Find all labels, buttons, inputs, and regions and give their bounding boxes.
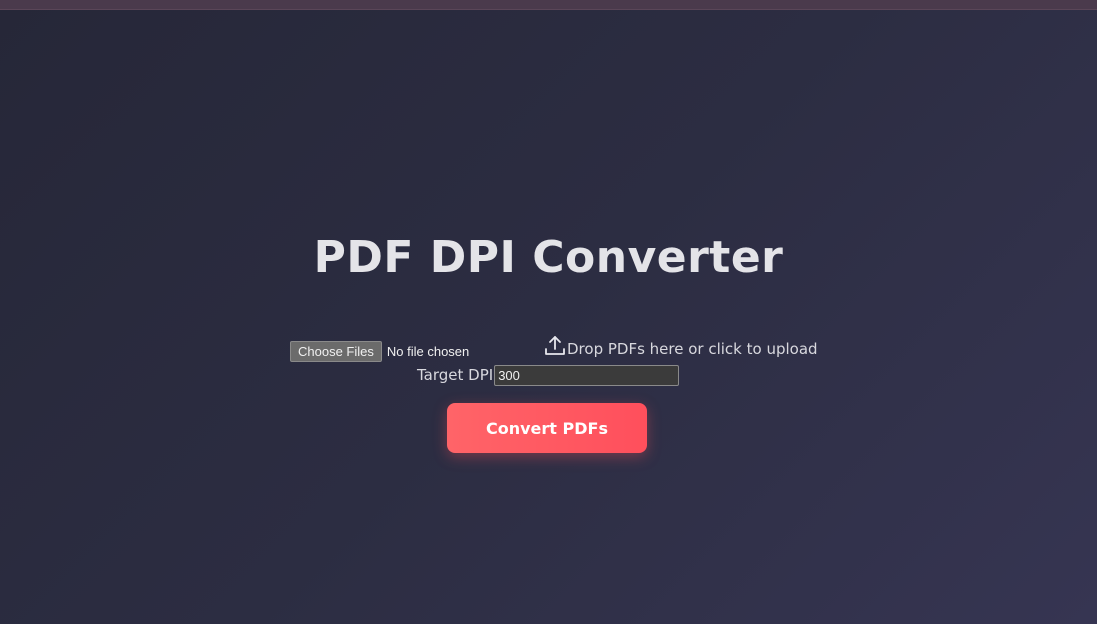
convert-button[interactable]: Convert PDFs: [447, 403, 647, 453]
dpi-label: Target DPI: [417, 366, 494, 384]
file-status-text: No file chosen: [386, 344, 470, 359]
upload-icon: [543, 334, 567, 358]
drop-zone-label: Drop PDFs here or click to upload: [567, 340, 818, 358]
top-strip: [0, 0, 1097, 10]
page-title: PDF DPI Converter: [313, 232, 784, 283]
file-input[interactable]: Choose Files No file chosen: [290, 341, 469, 362]
dpi-input[interactable]: [494, 364, 680, 386]
choose-files-button[interactable]: Choose Files: [290, 341, 382, 362]
dpi-row: Target DPI: [417, 364, 680, 386]
drop-zone[interactable]: Drop PDFs here or click to upload: [543, 332, 818, 358]
